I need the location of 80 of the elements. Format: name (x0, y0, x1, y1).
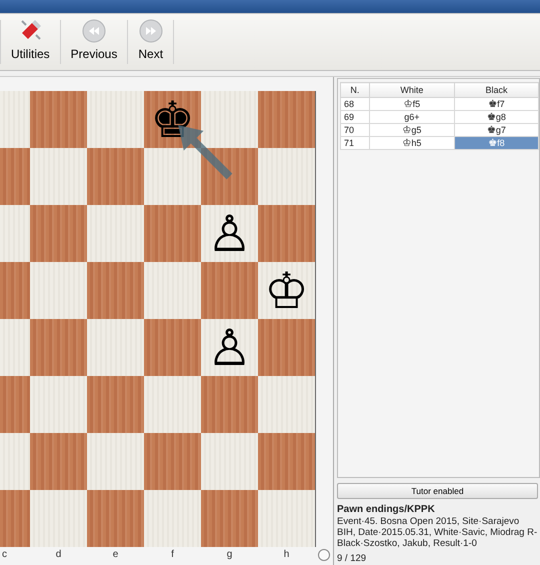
board-square[interactable] (87, 262, 144, 319)
board-square[interactable] (87, 205, 144, 262)
board-square[interactable] (258, 319, 315, 376)
previous-button[interactable]: Previous (60, 14, 128, 70)
utilities-button[interactable]: Utilities (1, 14, 60, 70)
board-square[interactable] (144, 262, 201, 319)
board-square[interactable] (201, 433, 258, 490)
chess-piece[interactable]: ♚ (150, 94, 195, 144)
board-square[interactable] (30, 148, 87, 205)
move-cell[interactable]: ♚g7 (454, 124, 538, 136)
board-square[interactable] (144, 205, 201, 262)
board-square[interactable] (30, 376, 87, 433)
board-square[interactable] (144, 319, 201, 376)
board-square[interactable] (0, 319, 30, 376)
board-square[interactable] (0, 148, 30, 205)
board-square[interactable] (201, 91, 258, 148)
board-square[interactable] (258, 433, 315, 490)
file-label: d (54, 549, 62, 561)
board-square[interactable] (0, 376, 30, 433)
game-details: Event·45. Bosna Open 2015, Site·Sarajevo BIH, Date·2015.05.31, White·Savic, Miodrag R-Black·Szostko, Jakub, Result·1-0 (337, 516, 538, 549)
chess-piece[interactable]: ♔ (264, 266, 309, 316)
tutor-button[interactable]: Tutor enabled (337, 483, 538, 499)
game-counter: 9 / 129 (337, 553, 368, 564)
rewind-icon (82, 19, 106, 43)
board-square[interactable] (87, 490, 144, 547)
file-label: h (282, 549, 290, 561)
board-square[interactable] (201, 490, 258, 547)
game-title: Pawn endings/KPPK (337, 504, 436, 516)
board-square[interactable] (30, 205, 87, 262)
move-number: 69 (340, 110, 370, 124)
board-square[interactable] (258, 376, 315, 433)
board-square[interactable] (201, 148, 258, 205)
board-square[interactable]: ♙ (201, 319, 258, 376)
board-square[interactable] (87, 433, 144, 490)
board-square[interactable] (144, 490, 201, 547)
move-number: 68 (340, 98, 370, 110)
board-square[interactable] (30, 262, 87, 319)
board-square[interactable] (87, 148, 144, 205)
board-square[interactable] (144, 148, 201, 205)
move-cell[interactable]: ♔f5 (369, 98, 454, 110)
board-square[interactable] (0, 490, 30, 547)
board-square[interactable] (144, 376, 201, 433)
chess-piece[interactable]: ♙ (207, 208, 252, 258)
board-square[interactable] (0, 262, 30, 319)
board-square[interactable] (87, 319, 144, 376)
board-square[interactable] (0, 91, 30, 148)
board-square[interactable] (201, 262, 258, 319)
board-square[interactable] (30, 319, 87, 376)
board-square[interactable] (30, 490, 87, 547)
board-square[interactable] (0, 205, 30, 262)
board-square[interactable] (201, 376, 258, 433)
move-cell[interactable]: ♚g8 (454, 110, 538, 124)
board-square[interactable] (30, 433, 87, 490)
fast-forward-icon (138, 19, 163, 43)
move-number: 71 (340, 136, 370, 150)
board-square[interactable] (87, 376, 144, 433)
board-square[interactable] (87, 91, 144, 148)
board-square[interactable] (258, 91, 315, 148)
board-square[interactable]: ♔ (258, 262, 315, 319)
board-square[interactable] (30, 91, 87, 148)
board-square[interactable] (0, 433, 30, 490)
file-label: e (112, 549, 120, 561)
file-label: f (170, 549, 175, 561)
move-cell[interactable]: ♔g5 (369, 124, 454, 136)
column-header: N. (340, 82, 370, 98)
move-number: 70 (340, 124, 370, 136)
board-square[interactable] (258, 205, 315, 262)
next-button[interactable]: Next (128, 14, 174, 70)
file-label: g (226, 549, 234, 561)
board-square[interactable] (144, 433, 201, 490)
move-cell[interactable]: ♚f7 (454, 98, 538, 110)
move-cell[interactable]: g6+ (369, 110, 454, 124)
board-square[interactable]: ♙ (201, 205, 258, 262)
chess-piece[interactable]: ♙ (207, 322, 252, 372)
board-square[interactable] (258, 490, 315, 547)
board-square[interactable] (258, 148, 315, 205)
move-cell[interactable]: ♔h5 (369, 136, 454, 150)
file-label: c (1, 549, 8, 561)
column-header: White (369, 82, 454, 98)
column-header: Black (454, 82, 538, 98)
